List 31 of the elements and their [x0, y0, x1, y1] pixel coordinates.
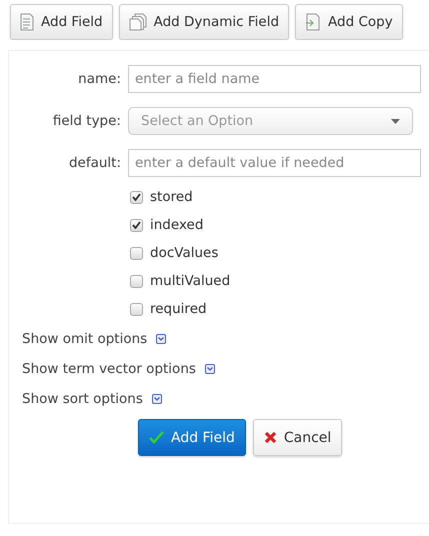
field-label: name:	[77, 71, 121, 87]
add-field-button[interactable]: Add Field	[138, 419, 246, 456]
check-icon	[149, 431, 164, 444]
field-label: default:	[68, 155, 121, 171]
document-icon	[20, 13, 34, 31]
checkbox-label: multiValued	[150, 273, 230, 289]
checkbox-label: stored	[150, 189, 193, 205]
checkbox[interactable]	[130, 218, 143, 232]
options-link[interactable]: Show omit options	[22, 331, 148, 347]
field-label: field type:	[52, 113, 121, 129]
options-link[interactable]: Show sort options	[22, 391, 143, 407]
checkbox[interactable]	[130, 302, 143, 316]
checkbox[interactable]	[130, 190, 143, 204]
add-button[interactable]: Add Field	[10, 4, 113, 40]
add-button[interactable]: Add Copy	[295, 4, 403, 40]
cancel-button[interactable]: Cancel	[252, 419, 342, 456]
chevron-down-icon[interactable]	[152, 394, 162, 404]
options-link[interactable]: Show term vector options	[22, 361, 196, 377]
checkbox[interactable]	[130, 274, 143, 288]
input-field[interactable]: enter a field name	[128, 65, 421, 93]
chevron-down-icon[interactable]	[204, 364, 215, 374]
caret-icon	[391, 118, 400, 124]
add-button[interactable]: Add Dynamic Field	[118, 4, 290, 40]
checkbox-label: required	[150, 301, 207, 317]
checkbox-label: indexed	[150, 217, 204, 233]
close-icon	[264, 431, 277, 444]
checkbox[interactable]	[130, 246, 143, 260]
documents-icon	[128, 13, 147, 31]
chevron-down-icon[interactable]	[156, 334, 166, 344]
checkbox-label: docValues	[150, 245, 218, 261]
input-field[interactable]: enter a default value if needed	[128, 149, 421, 177]
